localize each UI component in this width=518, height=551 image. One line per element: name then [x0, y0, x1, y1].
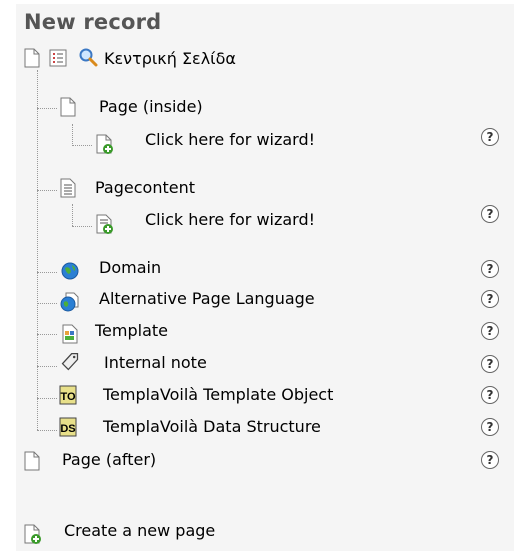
page-icon[interactable] — [58, 97, 78, 117]
tree-line — [72, 226, 92, 227]
tree-line — [72, 145, 92, 146]
page-wizard-link[interactable]: Click here for wizard! — [145, 130, 315, 150]
tree-line — [37, 430, 57, 431]
template-label[interactable]: Template — [95, 321, 168, 341]
svg-text:TO: TO — [60, 391, 76, 403]
tree-line — [72, 204, 73, 226]
list-view-icon[interactable] — [48, 48, 68, 68]
help-icon[interactable]: ? — [481, 205, 499, 223]
page-icon[interactable] — [22, 48, 42, 68]
page-new-icon[interactable] — [94, 134, 114, 154]
content-wizard-link[interactable]: Click here for wizard! — [145, 210, 315, 230]
tag-icon[interactable] — [60, 352, 80, 372]
globe-icon[interactable] — [60, 261, 80, 281]
page-inside-label[interactable]: Page (inside) — [99, 97, 203, 117]
page-after-label[interactable]: Page (after) — [62, 450, 156, 470]
help-icon[interactable]: ? — [481, 451, 499, 469]
tree-line — [37, 272, 57, 273]
tree-line — [37, 190, 57, 191]
svg-text:DS: DS — [60, 423, 75, 435]
create-new-page-link[interactable]: Create a new page — [64, 521, 215, 541]
help-icon[interactable]: ? — [481, 128, 499, 146]
help-icon[interactable]: ? — [481, 418, 499, 436]
template-object-label[interactable]: TemplaVoilà Template Object — [103, 385, 333, 405]
tree-line — [37, 398, 57, 399]
tree-line — [72, 124, 73, 146]
tree-line — [37, 366, 57, 367]
template-object-icon[interactable]: TO — [58, 385, 78, 405]
help-icon[interactable]: ? — [481, 322, 499, 340]
globe-page-icon[interactable] — [60, 292, 80, 312]
internal-note-label[interactable]: Internal note — [104, 353, 207, 373]
tree-line — [37, 334, 57, 335]
tree-line — [37, 108, 57, 109]
help-icon[interactable]: ? — [481, 386, 499, 404]
help-icon[interactable]: ? — [481, 290, 499, 308]
search-icon[interactable] — [78, 47, 98, 67]
tree-line — [37, 303, 57, 304]
content-icon[interactable] — [58, 178, 78, 198]
tree-line — [37, 70, 38, 430]
domain-label[interactable]: Domain — [99, 258, 161, 278]
site-root-label[interactable]: Κεντρική Σελίδα — [104, 49, 236, 69]
data-structure-icon[interactable]: DS — [58, 417, 78, 437]
help-icon[interactable]: ? — [481, 260, 499, 278]
page-new-icon[interactable] — [22, 524, 42, 544]
data-structure-label[interactable]: TemplaVoilà Data Structure — [103, 417, 321, 437]
pagecontent-label[interactable]: Pagecontent — [95, 178, 195, 198]
page-icon[interactable] — [22, 451, 42, 471]
help-icon[interactable]: ? — [481, 355, 499, 373]
alt-language-label[interactable]: Alternative Page Language — [99, 289, 315, 309]
page-title: New record — [24, 10, 162, 34]
content-new-icon[interactable] — [94, 214, 114, 234]
template-icon[interactable] — [60, 324, 80, 344]
